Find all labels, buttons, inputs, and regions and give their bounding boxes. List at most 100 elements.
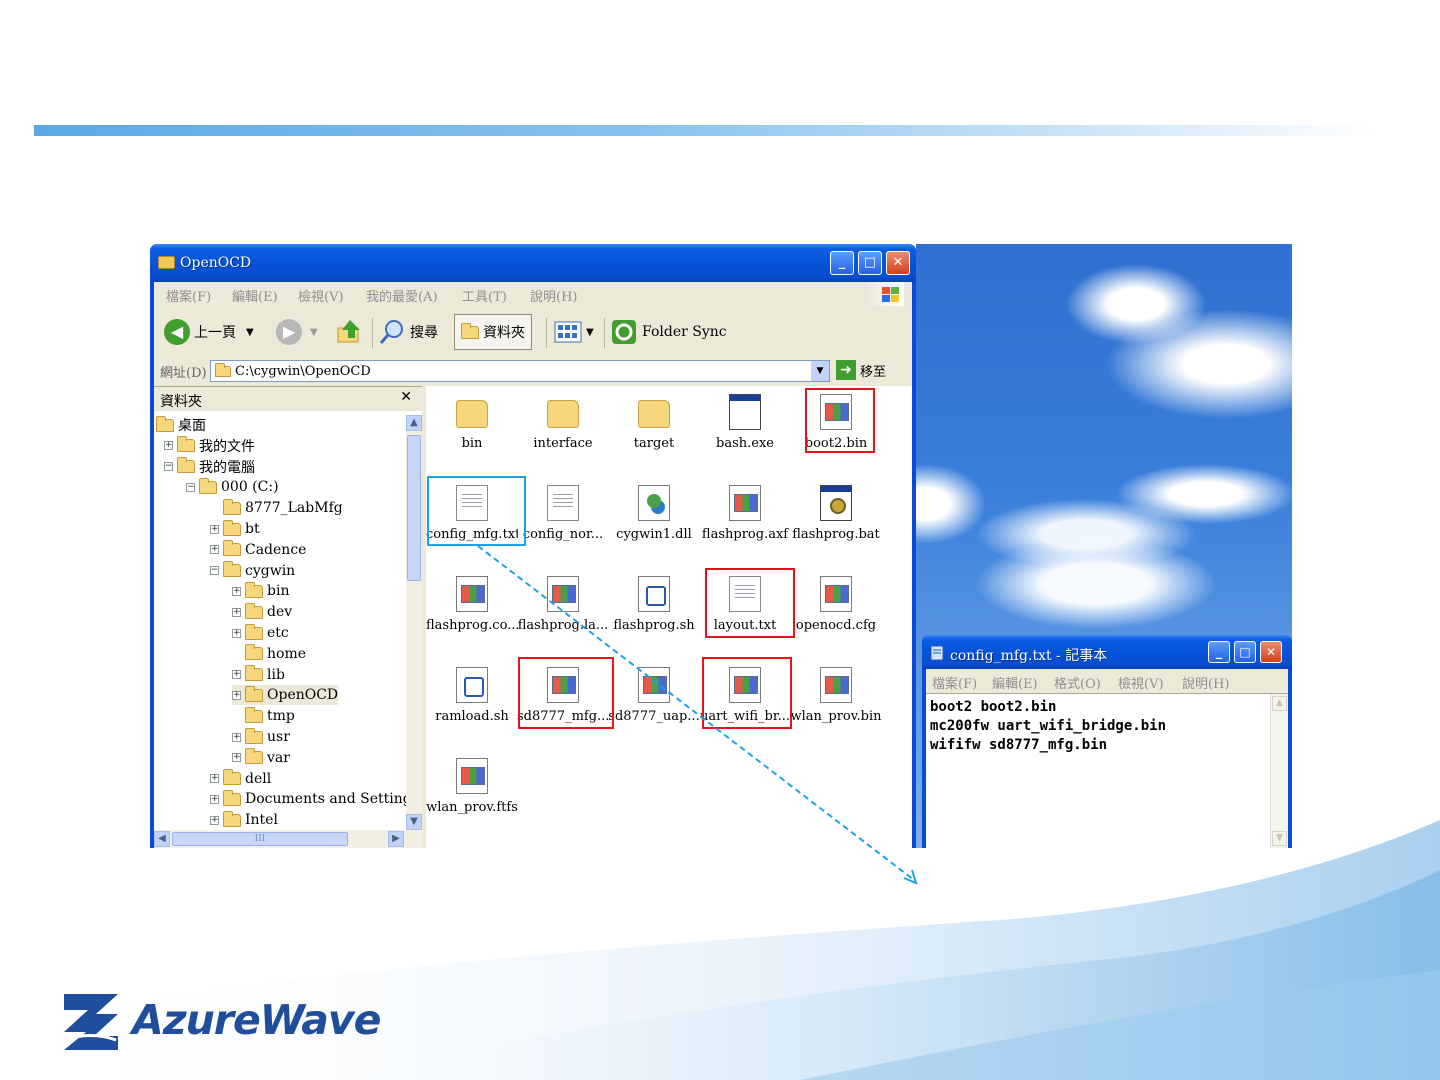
back-button[interactable]: ◀ 上一頁 ▼ xyxy=(164,314,254,350)
tree-item[interactable]: + Cadence xyxy=(210,540,306,560)
menu-view[interactable]: 檢視(V) xyxy=(1118,673,1164,692)
tree-item[interactable]: 桌面 xyxy=(156,415,206,435)
menu-view[interactable]: 檢視(V) xyxy=(298,286,344,305)
expand-icon[interactable]: + xyxy=(164,441,173,451)
expand-icon[interactable]: + xyxy=(232,690,241,700)
scroll-down-icon[interactable]: ▼ xyxy=(1272,831,1287,846)
vertical-scrollbar[interactable]: ▲ ▼ xyxy=(406,415,422,830)
expand-icon[interactable]: + xyxy=(210,794,219,804)
folders-button[interactable]: 資料夾 xyxy=(454,314,532,350)
scroll-down-icon[interactable]: ▼ xyxy=(406,814,422,830)
tree-item[interactable]: tmp xyxy=(232,706,295,726)
menu-tools[interactable]: 工具(T) xyxy=(462,286,507,305)
expand-icon[interactable]: + xyxy=(210,524,219,534)
forward-button[interactable]: ▶ ▼ xyxy=(276,314,318,350)
file-item[interactable]: flashprog.axf xyxy=(699,477,791,557)
menu-help[interactable]: 說明(H) xyxy=(530,286,577,305)
chevron-down-icon[interactable]: ▼ xyxy=(811,361,829,381)
expand-icon[interactable]: + xyxy=(232,586,241,596)
notepad-text-area[interactable]: boot2 boot2.bin mc200fw uart_wifi_bridge… xyxy=(926,693,1288,848)
file-item[interactable]: target xyxy=(608,386,700,466)
scroll-thumb[interactable] xyxy=(407,435,421,581)
scroll-up-icon[interactable]: ▲ xyxy=(406,415,422,431)
file-item[interactable]: wlan_prov.bin xyxy=(790,659,882,739)
file-item[interactable]: ramload.sh xyxy=(426,659,518,739)
tree-item[interactable]: + bin xyxy=(232,581,289,601)
menu-help[interactable]: 說明(H) xyxy=(1182,673,1229,692)
tree-item[interactable]: + bt xyxy=(210,519,260,539)
scroll-left-icon[interactable]: ◀ xyxy=(154,831,170,847)
file-item[interactable]: flashprog.bat xyxy=(790,477,882,557)
binary-file-icon xyxy=(638,667,670,703)
scroll-right-icon[interactable]: ▶ xyxy=(388,831,404,847)
chevron-down-icon[interactable]: ▼ xyxy=(586,327,594,338)
file-item[interactable]: flashprog.la... xyxy=(517,568,609,648)
expand-icon[interactable]: + xyxy=(210,545,219,555)
tree-item[interactable]: + dell xyxy=(210,769,271,789)
file-item[interactable]: flashprog.co... xyxy=(426,568,518,648)
maximize-button[interactable]: □ xyxy=(1234,641,1256,663)
collapse-icon[interactable]: − xyxy=(164,462,173,472)
tree-item[interactable]: − 000 (C:) xyxy=(186,477,279,497)
collapse-icon[interactable]: − xyxy=(210,566,219,576)
expand-icon[interactable]: + xyxy=(210,815,219,825)
file-item[interactable]: flashprog.sh xyxy=(608,568,700,648)
menu-edit[interactable]: 編輯(E) xyxy=(992,673,1038,692)
file-item[interactable]: bash.exe xyxy=(699,386,791,466)
tree-item[interactable]: + Documents and Settings xyxy=(210,789,406,809)
file-item[interactable]: wlan_prov.ftfs xyxy=(426,750,518,830)
folder-sync-button[interactable]: Folder Sync xyxy=(610,314,727,350)
chevron-down-icon[interactable]: ▼ xyxy=(246,327,254,338)
tree-item[interactable]: + etc xyxy=(232,623,289,643)
minimize-button[interactable]: _ xyxy=(830,251,854,275)
menu-file[interactable]: 檔案(F) xyxy=(166,286,211,305)
scroll-up-icon[interactable]: ▲ xyxy=(1272,696,1287,711)
menu-favorites[interactable]: 我的最愛(A) xyxy=(366,286,438,305)
close-button[interactable]: ✕ xyxy=(1260,641,1282,663)
chevron-down-icon[interactable]: ▼ xyxy=(310,327,318,338)
file-name: flashprog.sh xyxy=(613,618,695,633)
file-item[interactable]: openocd.cfg xyxy=(790,568,882,648)
expand-icon[interactable]: + xyxy=(232,607,241,617)
expand-icon[interactable]: + xyxy=(232,753,241,763)
menu-edit[interactable]: 編輯(E) xyxy=(232,286,278,305)
file-item[interactable]: cygwin1.dll xyxy=(608,477,700,557)
close-icon[interactable]: ✕ xyxy=(400,389,412,405)
go-button[interactable]: ➜ 移至 xyxy=(836,360,886,380)
tree-item[interactable]: + var xyxy=(232,748,290,768)
address-input[interactable]: C:\cygwin\OpenOCD ▼ xyxy=(210,360,830,382)
close-button[interactable]: ✕ xyxy=(886,251,910,275)
file-item[interactable]: interface xyxy=(517,386,609,466)
notepad-titlebar[interactable]: config_mfg.txt - 記事本 _ □ ✕ xyxy=(922,635,1292,669)
tree-item[interactable]: + lib xyxy=(232,665,285,685)
menu-file[interactable]: 檔案(F) xyxy=(932,673,977,692)
expand-icon[interactable]: + xyxy=(232,670,241,680)
minimize-button[interactable]: _ xyxy=(1208,641,1230,663)
menu-format[interactable]: 格式(O) xyxy=(1054,673,1101,692)
file-item[interactable]: bin xyxy=(426,386,518,466)
horizontal-scrollbar[interactable]: ◀ III ▶ xyxy=(154,830,422,848)
tree-item[interactable]: + 我的文件 xyxy=(164,436,255,456)
tree-item[interactable]: + usr xyxy=(232,727,290,747)
expand-icon[interactable]: + xyxy=(232,628,241,638)
collapse-icon[interactable]: − xyxy=(186,482,195,492)
up-folder-button[interactable] xyxy=(336,314,364,350)
maximize-button[interactable]: □ xyxy=(858,251,882,275)
tree-item[interactable]: + Intel xyxy=(210,810,278,830)
explorer-titlebar[interactable]: OpenOCD _ □ ✕ xyxy=(150,244,916,282)
views-button[interactable]: ▼ xyxy=(554,314,594,350)
tree-item[interactable]: − cygwin xyxy=(210,561,295,581)
tree-item[interactable]: + OpenOCD xyxy=(232,685,339,706)
tree-item[interactable]: home xyxy=(232,644,306,664)
tree-item[interactable]: + dev xyxy=(232,602,292,622)
expand-icon[interactable]: + xyxy=(210,774,219,784)
tree-item[interactable]: − 我的電腦 xyxy=(164,457,255,477)
search-button[interactable]: 搜尋 xyxy=(378,314,438,350)
expand-icon[interactable]: + xyxy=(232,732,241,742)
file-item[interactable]: sd8777_uap... xyxy=(608,659,700,739)
tree-item[interactable]: 8777_LabMfg xyxy=(210,498,343,518)
scroll-thumb[interactable]: III xyxy=(172,832,348,846)
file-item[interactable]: config_nor... xyxy=(517,477,609,557)
vertical-scrollbar[interactable]: ▲ ▼ xyxy=(1270,694,1288,848)
